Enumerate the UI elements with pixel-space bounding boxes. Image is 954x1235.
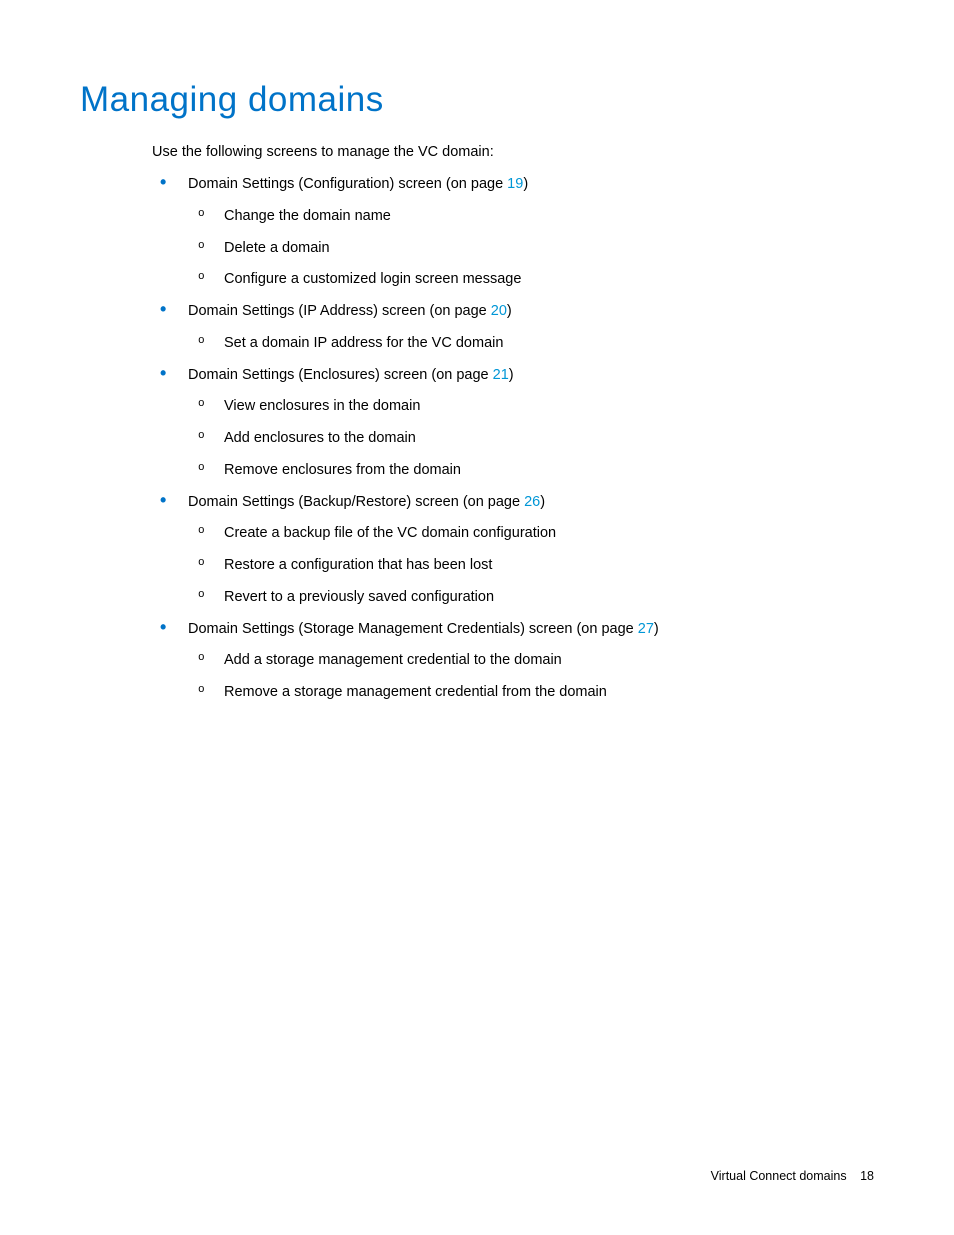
list-item: Domain Settings (Configuration) screen (… [152, 174, 874, 291]
sub-list-item: Add a storage management credential to t… [188, 650, 874, 672]
list-item-text: Domain Settings (IP Address) screen (on … [188, 303, 512, 319]
sub-list-item: Create a backup file of the VC domain co… [188, 523, 874, 545]
text-segment: ) [523, 176, 528, 192]
text-segment: ) [507, 303, 512, 319]
page-link[interactable]: 21 [493, 367, 509, 383]
text-segment: Domain Settings (Enclosures) screen (on … [188, 367, 493, 383]
sub-list: Create a backup file of the VC domain co… [188, 523, 874, 608]
footer-page-number: 18 [860, 1169, 874, 1183]
page-link[interactable]: 20 [491, 303, 507, 319]
page-heading: Managing domains [80, 80, 874, 120]
list-item-text: Domain Settings (Backup/Restore) screen … [188, 494, 545, 510]
text-segment: Domain Settings (IP Address) screen (on … [188, 303, 491, 319]
text-segment: ) [509, 367, 514, 383]
main-list: Domain Settings (Configuration) screen (… [152, 174, 874, 704]
sub-list-item: View enclosures in the domain [188, 396, 874, 418]
sub-list: Set a domain IP address for the VC domai… [188, 333, 874, 355]
sub-list-item: Configure a customized login screen mess… [188, 269, 874, 291]
sub-list: Change the domain name Delete a domain C… [188, 206, 874, 291]
page-link[interactable]: 26 [524, 494, 540, 510]
text-segment: Domain Settings (Storage Management Cred… [188, 621, 638, 637]
sub-list-item: Remove a storage management credential f… [188, 682, 874, 704]
page-link[interactable]: 19 [507, 176, 523, 192]
page-link[interactable]: 27 [638, 621, 654, 637]
page-footer: Virtual Connect domains 18 [711, 1169, 874, 1183]
list-item: Domain Settings (Backup/Restore) screen … [152, 492, 874, 609]
page-container: Managing domains Use the following scree… [0, 0, 954, 1235]
sub-list-item: Change the domain name [188, 206, 874, 228]
footer-text: Virtual Connect domains [711, 1169, 847, 1183]
list-item: Domain Settings (Storage Management Cred… [152, 619, 874, 704]
sub-list: View enclosures in the domain Add enclos… [188, 396, 874, 481]
text-segment: ) [540, 494, 545, 510]
sub-list-item: Delete a domain [188, 238, 874, 260]
text-segment: Domain Settings (Backup/Restore) screen … [188, 494, 524, 510]
sub-list-item: Set a domain IP address for the VC domai… [188, 333, 874, 355]
sub-list-item: Remove enclosures from the domain [188, 460, 874, 482]
intro-text: Use the following screens to manage the … [152, 144, 874, 160]
text-segment: ) [654, 621, 659, 637]
list-item-text: Domain Settings (Configuration) screen (… [188, 176, 528, 192]
sub-list: Add a storage management credential to t… [188, 650, 874, 704]
sub-list-item: Add enclosures to the domain [188, 428, 874, 450]
sub-list-item: Restore a configuration that has been lo… [188, 555, 874, 577]
list-item: Domain Settings (Enclosures) screen (on … [152, 365, 874, 482]
list-item-text: Domain Settings (Storage Management Cred… [188, 621, 659, 637]
sub-list-item: Revert to a previously saved configurati… [188, 587, 874, 609]
list-item-text: Domain Settings (Enclosures) screen (on … [188, 367, 514, 383]
text-segment: Domain Settings (Configuration) screen (… [188, 176, 507, 192]
list-item: Domain Settings (IP Address) screen (on … [152, 301, 874, 355]
